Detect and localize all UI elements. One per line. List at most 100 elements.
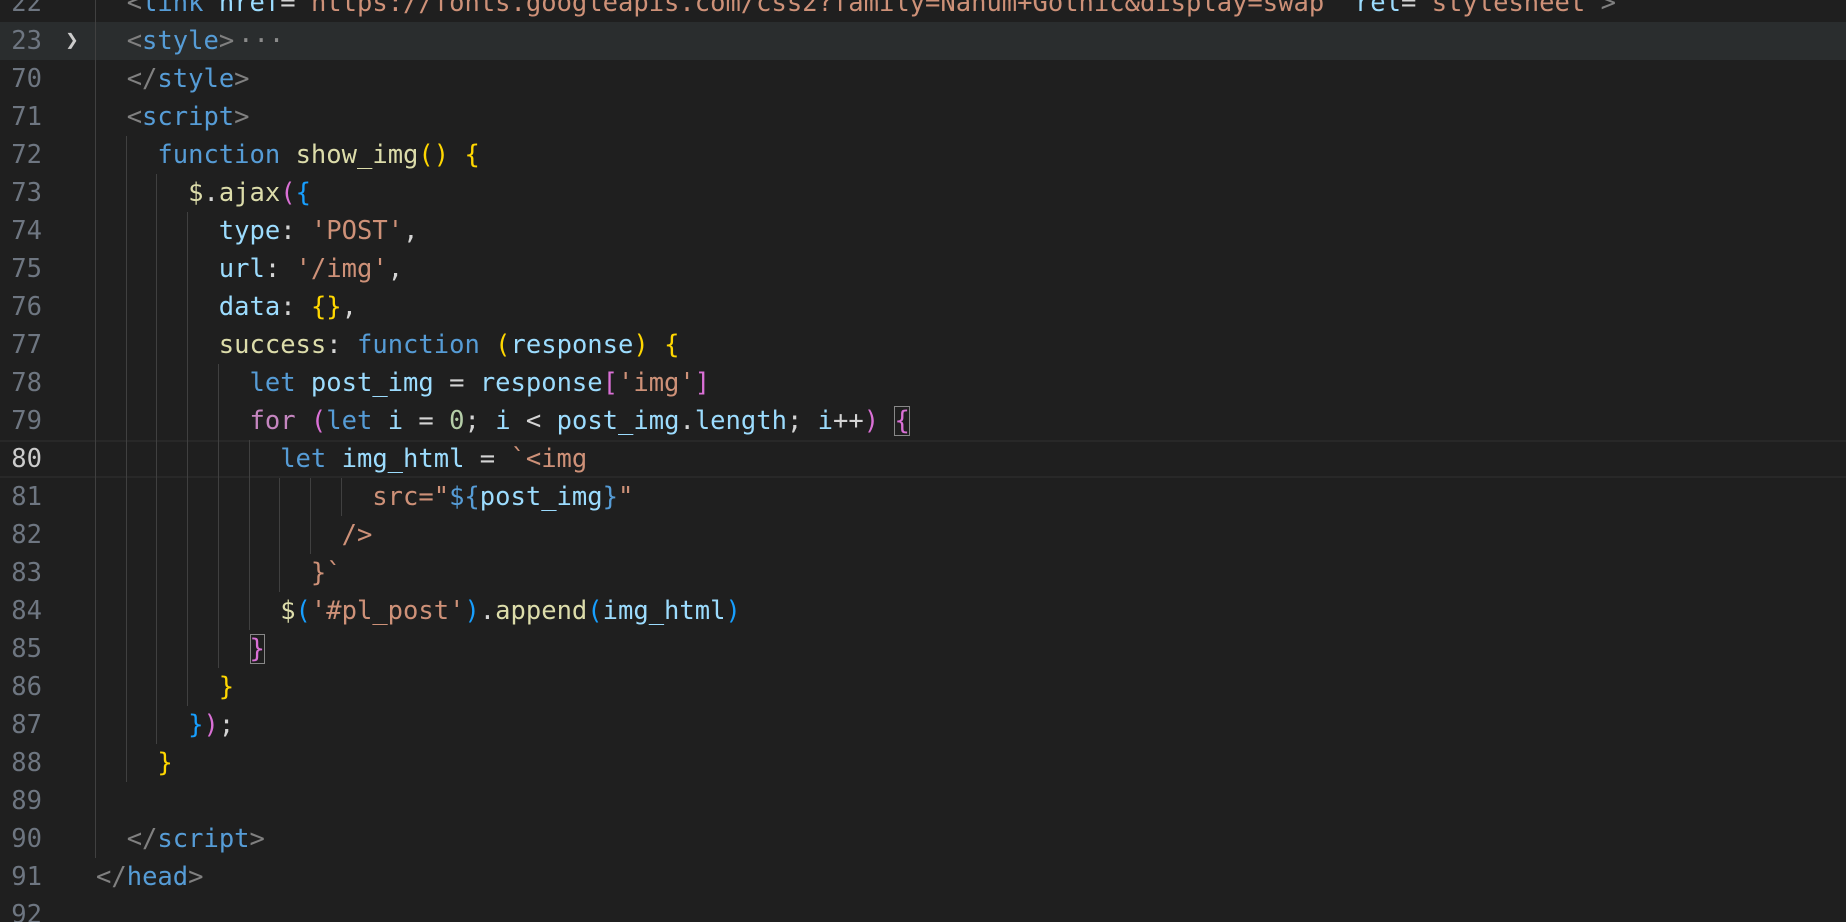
code-token: 0 bbox=[449, 406, 465, 436]
code-content[interactable]: }` bbox=[311, 554, 342, 592]
line-number: 83 bbox=[11, 558, 42, 588]
line-number: 70 bbox=[11, 64, 42, 94]
line-number: 88 bbox=[11, 748, 42, 778]
code-token: style bbox=[157, 64, 235, 94]
code-token: head bbox=[126, 862, 189, 892]
line-number: 79 bbox=[11, 406, 42, 436]
code-content[interactable]: function show_img() { bbox=[157, 136, 479, 174]
code-content[interactable]: </head> bbox=[96, 858, 204, 896]
code-content[interactable]: }); bbox=[188, 706, 234, 744]
code-content[interactable]: $.ajax({ bbox=[188, 174, 311, 212]
code-token: ++ bbox=[833, 406, 864, 436]
code-line[interactable]: 23 ❯ <style> ··· bbox=[0, 22, 1846, 60]
code-token: : bbox=[280, 292, 311, 322]
code-content[interactable]: url: '/img', bbox=[219, 250, 403, 288]
code-token: ( bbox=[495, 330, 511, 360]
code-token: img_html bbox=[602, 596, 726, 626]
code-content[interactable]: <style> ··· bbox=[127, 22, 285, 60]
code-token: < bbox=[126, 0, 143, 18]
code-line[interactable]: 75 url: '/img', bbox=[0, 250, 1846, 288]
code-token: style bbox=[142, 26, 219, 56]
chevron-right-icon[interactable]: ❯ bbox=[60, 22, 84, 60]
code-content[interactable]: /> bbox=[342, 516, 373, 554]
code-line[interactable]: 76 data: {}, bbox=[0, 288, 1846, 326]
code-content[interactable]: let post_img = response['img'] bbox=[250, 364, 711, 402]
code-line[interactable]: 86} bbox=[0, 668, 1846, 706]
fold-ellipsis[interactable]: ··· bbox=[238, 26, 284, 56]
line-number: 80 bbox=[11, 444, 42, 474]
line-number: 82 bbox=[11, 520, 42, 550]
code-token: = bbox=[433, 368, 480, 398]
code-line[interactable]: 77 success: function (response) { bbox=[0, 326, 1846, 364]
code-editor[interactable]: 22 <link href="https://fonts.googleapis.c… bbox=[0, 0, 1846, 922]
code-line[interactable]: 22 <link href="https://fonts.googleapis.c… bbox=[0, 0, 1846, 22]
indent-guide bbox=[217, 364, 219, 668]
code-line[interactable]: 85} bbox=[0, 630, 1846, 668]
code-line[interactable]: 72 function show_img() { bbox=[0, 136, 1846, 174]
code-line[interactable]: 70 </style> bbox=[0, 60, 1846, 98]
code-token: < bbox=[126, 26, 143, 56]
code-token: /> bbox=[341, 520, 373, 550]
code-content[interactable]: $('#pl_post').append(img_html) bbox=[280, 592, 741, 630]
code-content[interactable]: } bbox=[157, 744, 172, 782]
code-line[interactable]: 84 $('#pl_post').append(img_html) bbox=[0, 592, 1846, 630]
indent-guide bbox=[279, 478, 281, 592]
indent-guide bbox=[340, 478, 342, 516]
code-token: = bbox=[1400, 0, 1417, 18]
indent-guide bbox=[187, 212, 189, 706]
code-content[interactable]: type: 'POST', bbox=[219, 212, 419, 250]
line-number: 81 bbox=[11, 482, 42, 512]
code-content[interactable]: for (let i = 0; i < post_img.length; i++… bbox=[250, 402, 910, 440]
line-number: 71 bbox=[11, 102, 42, 132]
code-line[interactable]: 90 </script> bbox=[0, 820, 1846, 858]
code-token: ) bbox=[633, 330, 649, 360]
code-token: ) bbox=[203, 710, 219, 740]
code-line[interactable]: 79 for (let i = 0; i < post_img.length; i… bbox=[0, 402, 1846, 440]
code-line[interactable]: 83 }` bbox=[0, 554, 1846, 592]
code-line[interactable]: 74 type: 'POST', bbox=[0, 212, 1846, 250]
code-content[interactable]: } bbox=[219, 668, 234, 706]
code-line[interactable]: 92 bbox=[0, 896, 1846, 922]
code-token: > bbox=[218, 26, 235, 56]
code-token: img_html bbox=[341, 444, 465, 474]
code-token: { bbox=[295, 178, 311, 208]
code-token: data bbox=[218, 292, 281, 322]
code-token: ; bbox=[464, 406, 496, 436]
code-line[interactable]: 80 let img_html = `<img bbox=[0, 440, 1846, 478]
code-content[interactable]: success: function (response) { bbox=[219, 326, 680, 364]
code-line[interactable]: 78 let post_img = response['img'] bbox=[0, 364, 1846, 402]
code-token: < bbox=[510, 406, 557, 436]
code-token: append bbox=[495, 596, 588, 626]
code-line[interactable]: 91 </head> bbox=[0, 858, 1846, 896]
code-token: show_img bbox=[295, 140, 419, 170]
code-token: src=" bbox=[372, 482, 450, 512]
code-line[interactable]: 88} bbox=[0, 744, 1846, 782]
code-line[interactable]: 81 src="${post_img}" bbox=[0, 478, 1846, 516]
code-line[interactable]: 89 bbox=[0, 782, 1846, 820]
code-content[interactable]: <script> bbox=[127, 98, 250, 136]
code-content[interactable]: <link href="https://fonts.googleapis.com… bbox=[127, 0, 1616, 22]
line-number: 72 bbox=[11, 140, 42, 170]
code-content[interactable]: </script> bbox=[127, 820, 265, 858]
code-token: let bbox=[280, 444, 327, 474]
code-token: type bbox=[218, 216, 281, 246]
code-line[interactable]: 87}); bbox=[0, 706, 1846, 744]
code-token: '/img' bbox=[295, 254, 388, 284]
code-line[interactable]: 73 $.ajax({ bbox=[0, 174, 1846, 212]
code-token: i bbox=[387, 406, 404, 436]
code-line[interactable]: 82 /> bbox=[0, 516, 1846, 554]
line-number: 22 bbox=[11, 0, 42, 18]
code-token: rel bbox=[1339, 0, 1401, 18]
code-content[interactable]: let img_html = `<img bbox=[280, 442, 587, 476]
code-content[interactable]: } bbox=[249, 630, 265, 668]
code-token: } bbox=[218, 672, 235, 702]
code-line[interactable]: 71 <script> bbox=[0, 98, 1846, 136]
code-content[interactable]: src="${post_img}" bbox=[372, 478, 633, 516]
code-content[interactable]: data: {}, bbox=[219, 288, 357, 326]
code-content[interactable]: </style> bbox=[127, 60, 250, 98]
